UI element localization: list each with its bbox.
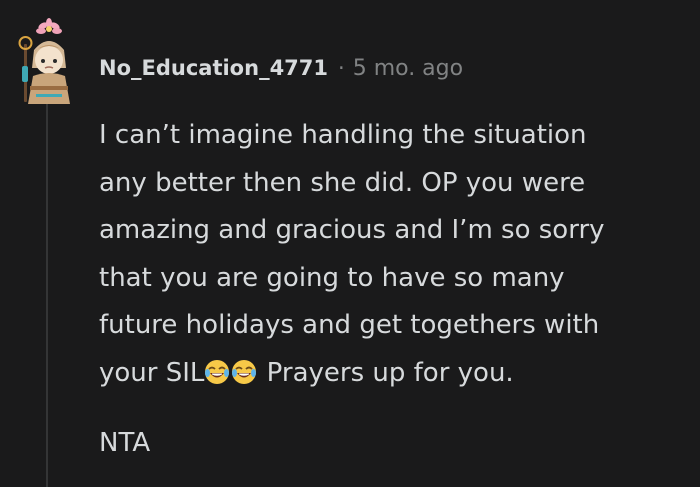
comment-line: amazing and gracious and I’m so sorry [99,215,605,246]
comment-verdict: NTA [99,428,151,458]
flower-icon [36,18,62,34]
comment-line: that you are going to have so many [99,262,565,293]
staff-icon [18,36,33,102]
comment-line: I can’t imagine handling the situation [99,120,587,150]
meta-separator: · [338,56,345,80]
comment-line-text: Prayers up for you. [258,357,514,388]
comment-line-text: your SIL [99,357,205,388]
timestamp[interactable]: 5 mo. ago [353,56,463,81]
face-with-tears-of-joy-icon [232,359,257,384]
thread-collapse-line[interactable] [46,102,48,487]
comment: No_Education_4771 · 5 mo. ago I can’t im… [0,0,700,487]
comment-line: any better then she did. OP you were [99,167,586,198]
comment-header: No_Education_4771 · 5 mo. ago [99,52,463,84]
user-avatar[interactable] [14,16,84,108]
face-with-tears-of-joy-icon [205,359,230,384]
username-link[interactable]: No_Education_4771 [99,56,328,80]
comment-body: I can’t imagine handling the situation a… [99,112,689,398]
comment-line: future holidays and get togethers with [99,310,600,341]
comment-line-last: your SIL Prayers up for you. [99,350,689,398]
